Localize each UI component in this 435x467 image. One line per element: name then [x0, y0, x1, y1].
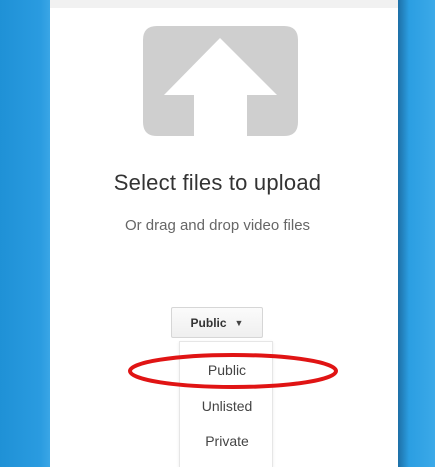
privacy-selected-label: Public	[190, 315, 227, 330]
chevron-down-icon: ▼	[234, 317, 244, 328]
privacy-dropdown-menu: Public Unlisted Private	[179, 341, 273, 467]
privacy-option-private[interactable]: Private	[180, 433, 274, 449]
upload-title: Select files to upload	[113, 170, 322, 195]
upload-subtitle: Or drag and drop video files	[124, 217, 311, 234]
privacy-dropdown-button[interactable]: Public ▼	[171, 307, 263, 338]
upload-arrow-icon[interactable]	[143, 26, 298, 136]
privacy-option-public[interactable]: Public	[180, 362, 274, 378]
privacy-option-unlisted[interactable]: Unlisted	[180, 398, 274, 414]
top-strip	[0, 0, 435, 8]
